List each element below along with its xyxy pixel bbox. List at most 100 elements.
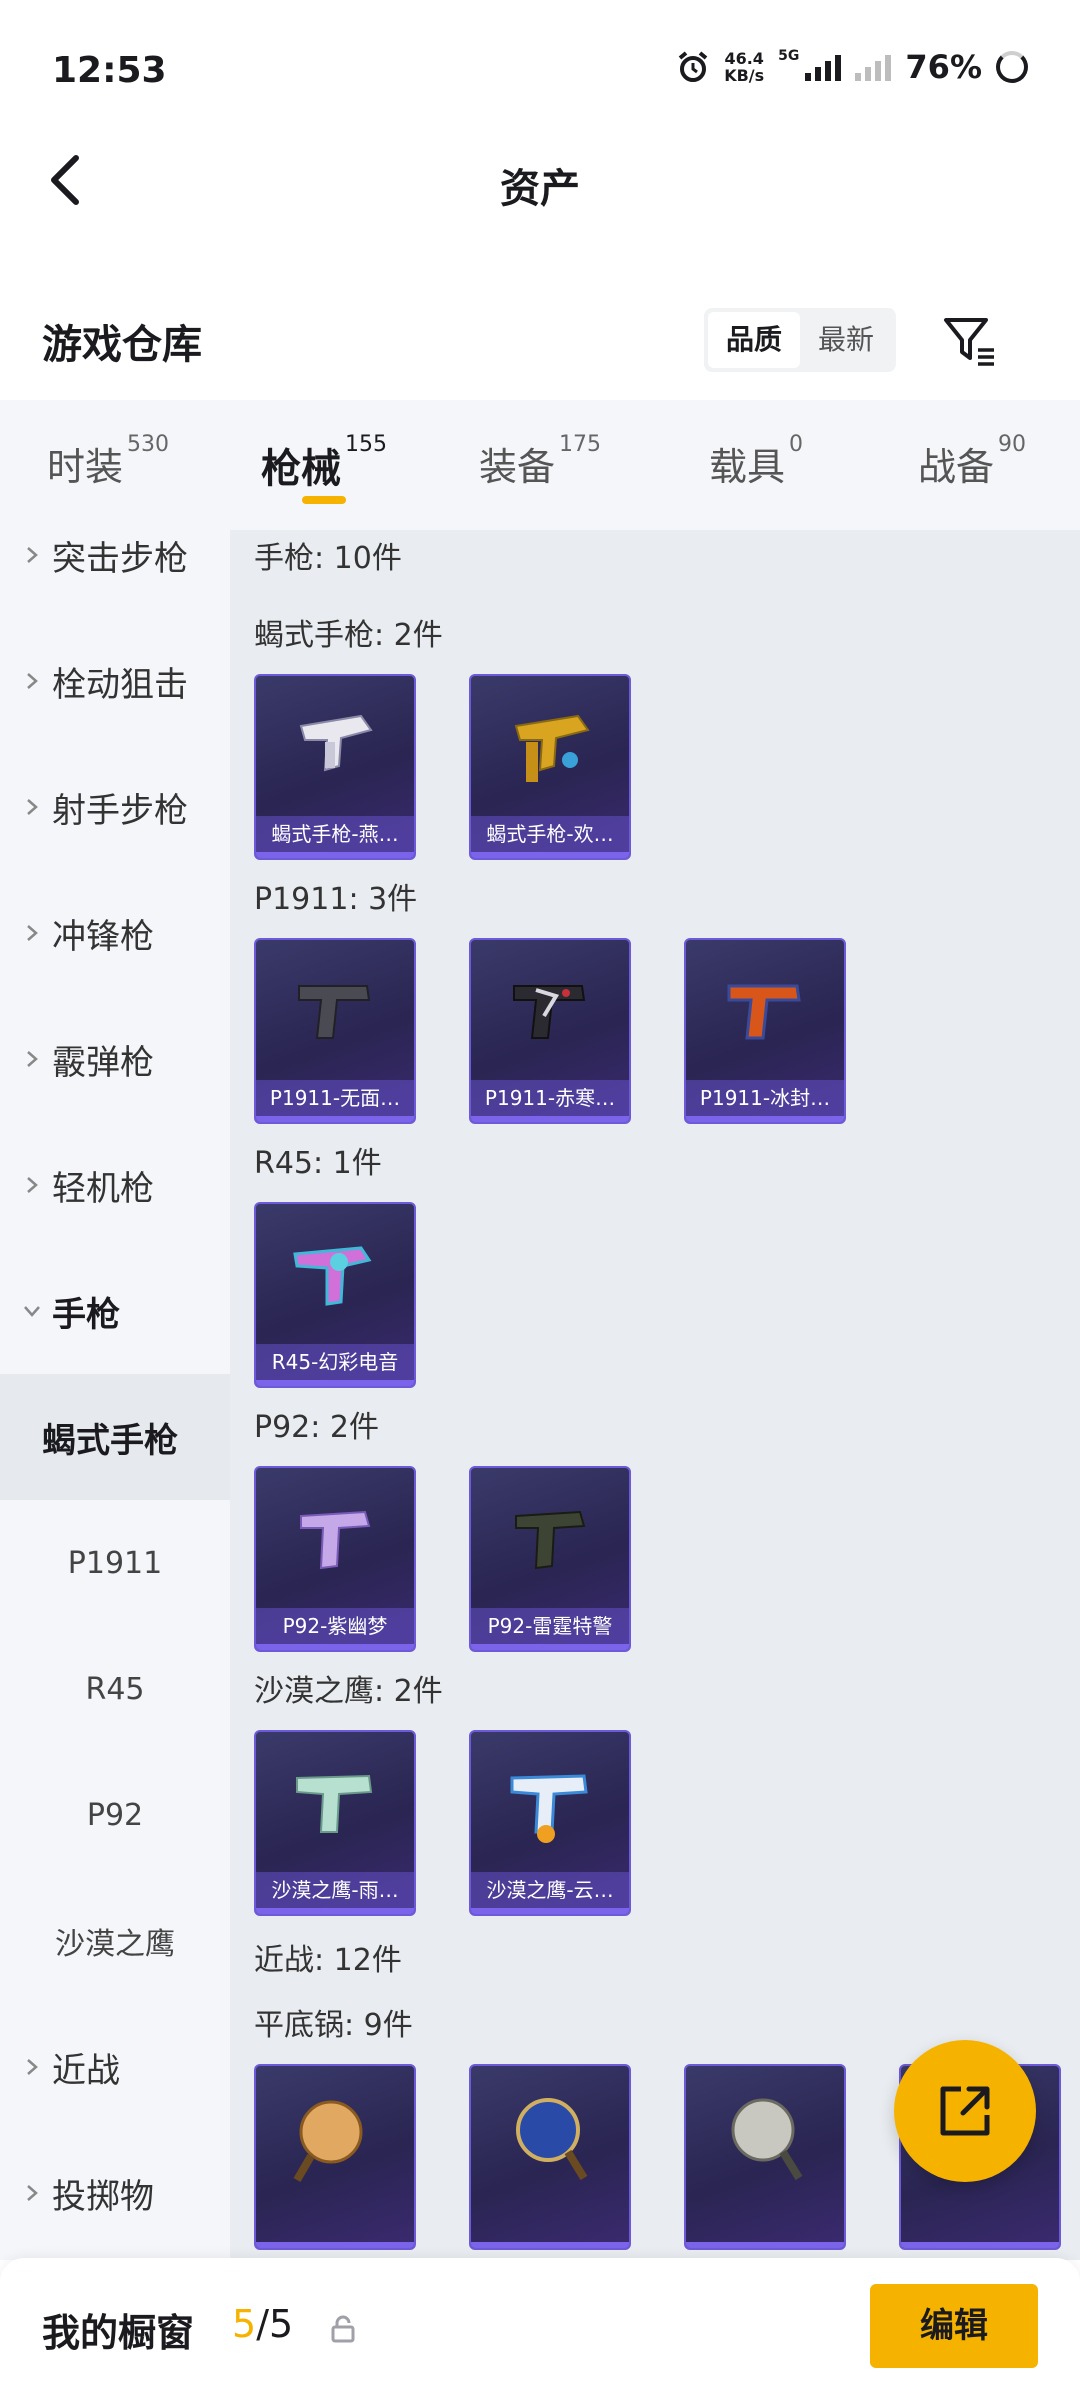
sidebar-item-label: 冲锋枪 — [52, 916, 154, 957]
item-card-label: P1911-无面… — [256, 1080, 414, 1116]
sidebar-item-label: 投掷物 — [52, 2176, 154, 2217]
item-card[interactable]: 蝎式手枪-欢… — [469, 674, 631, 860]
item-card[interactable]: 沙漠之鹰-云… — [469, 1730, 631, 1916]
chevron-right-icon — [27, 2185, 38, 2201]
item-card[interactable]: R45-幻彩电音 — [254, 1202, 416, 1388]
tab-equipment[interactable]: 装备 175 — [432, 400, 648, 530]
chevron-right-icon — [27, 1177, 38, 1193]
sidebar-item-label: 射手步枪 — [52, 790, 188, 831]
item-card-label: 沙漠之鹰-雨… — [256, 1872, 414, 1908]
tab-count: 0 — [789, 432, 803, 457]
pistol-image — [256, 940, 414, 1080]
sort-toggle: 品质 最新 — [704, 308, 897, 372]
sidebar-subitem-scorpion[interactable]: 蝎式手枪 — [0, 1374, 230, 1500]
revolver-image — [256, 1204, 414, 1344]
group-header: 手枪: 10件 — [254, 541, 402, 576]
pan-image — [686, 2066, 844, 2206]
sidebar-item-marksman-rifle[interactable]: 射手步枪 — [0, 744, 230, 870]
item-card[interactable]: P1911-无面… — [254, 938, 416, 1124]
edit-button[interactable]: 编辑 — [870, 2284, 1038, 2368]
net-speed: 46.4 KB/s — [724, 49, 765, 85]
warehouse-title: 游戏仓库 — [42, 322, 202, 368]
item-card[interactable]: P92-紫幽梦 — [254, 1466, 416, 1652]
item-card[interactable]: P92-雷霆特警 — [469, 1466, 631, 1652]
subgroup-header: P92: 2件 — [254, 1410, 379, 1445]
chevron-right-icon — [27, 2059, 38, 2075]
item-card-label: P92-紫幽梦 — [256, 1608, 414, 1644]
item-grid: 沙漠之鹰-雨… 沙漠之鹰-云… — [254, 1730, 1080, 1916]
sidebar-item-assault-rifle[interactable]: 突击步枪 — [0, 530, 230, 618]
sidebar-subitem-r45[interactable]: R45 — [0, 1626, 230, 1752]
active-tab-indicator — [302, 496, 346, 504]
sidebar-subitem-desert-eagle[interactable]: 沙漠之鹰 — [0, 1878, 230, 2004]
filter-icon — [944, 318, 994, 366]
item-card[interactable] — [254, 2064, 416, 2250]
weapon-category-sidebar: 突击步枪 栓动狙击 射手步枪 冲锋枪 霰弹枪 轻机枪 手枪 蝎式手枪 P1911… — [0, 530, 230, 2260]
pistol-image — [471, 940, 629, 1080]
sidebar-item-shotgun[interactable]: 霰弹枪 — [0, 996, 230, 1122]
tab-label: 载具 — [708, 445, 785, 489]
sidebar-item-label: 近战 — [52, 2050, 120, 2091]
tab-firearms[interactable]: 枪械 155 — [216, 400, 432, 530]
title-bar: 资产 — [0, 140, 1080, 230]
sidebar-item-label: 霰弹枪 — [52, 1042, 154, 1083]
pan-image — [256, 2066, 414, 2206]
pistol-image — [686, 940, 844, 1080]
item-card-label: 蝎式手枪-燕… — [256, 816, 414, 852]
lock-icon — [331, 2315, 355, 2343]
tab-count: 175 — [559, 432, 601, 457]
showcase-bar: 我的橱窗 5/5 编辑 — [0, 2258, 1080, 2400]
sidebar-item-bolt-sniper[interactable]: 栓动狙击 — [0, 618, 230, 744]
sidebar-item-smg[interactable]: 冲锋枪 — [0, 870, 230, 996]
tab-label: 装备 — [478, 445, 555, 489]
item-card-label: P1911-赤寒… — [471, 1080, 629, 1116]
chevron-right-icon — [27, 925, 38, 941]
status-bar: 12:53 46.4 KB/s 5G 76% — [0, 0, 1080, 140]
tab-vehicles[interactable]: 载具 0 — [648, 400, 864, 530]
sort-quality-button[interactable]: 品质 — [708, 312, 801, 368]
item-card[interactable]: P1911-冰封… — [684, 938, 846, 1124]
sidebar-subitem-p1911[interactable]: P1911 — [0, 1500, 230, 1626]
status-time: 12:53 — [52, 50, 167, 91]
tab-fashion[interactable]: 时装 530 — [0, 400, 216, 530]
category-tabs: 时装 530 枪械 155 装备 175 载具 0 战备 90 — [0, 400, 1080, 530]
filter-button[interactable] — [940, 312, 1000, 368]
chevron-right-icon — [27, 673, 38, 689]
item-grid-area[interactable]: 手枪: 10件 蝎式手枪: 2件 蝎式手枪-燕… 蝎式手枪-欢… P1911: … — [230, 530, 1080, 2260]
item-card-label: P1911-冰封… — [686, 1080, 844, 1116]
tab-supplies[interactable]: 战备 90 — [864, 400, 1080, 530]
item-grid: 蝎式手枪-燕… 蝎式手枪-欢… — [254, 674, 1080, 860]
tab-label: 战备 — [917, 445, 994, 489]
signal-icon-secondary — [855, 53, 892, 81]
showcase-total: /5 — [256, 2302, 294, 2346]
sidebar-item-label: 突击步枪 — [52, 538, 188, 579]
item-card[interactable] — [684, 2064, 846, 2250]
item-card[interactable]: 蝎式手枪-燕… — [254, 674, 416, 860]
showcase-count: 5/5 — [232, 2302, 293, 2346]
sort-newest-button[interactable]: 最新 — [800, 312, 892, 368]
item-card[interactable] — [469, 2064, 631, 2250]
item-card-label: 沙漠之鹰-云… — [471, 1872, 629, 1908]
battery-level: 76% — [905, 48, 982, 86]
signal-icon — [805, 53, 842, 81]
sidebar-item-pistol[interactable]: 手枪 — [0, 1248, 230, 1374]
item-grid: P92-紫幽梦 P92-雷霆特警 — [254, 1466, 1080, 1652]
network-type: 5G — [778, 48, 800, 64]
tab-label: 枪械 — [261, 446, 341, 492]
sidebar-item-throwable[interactable]: 投掷物 — [0, 2130, 230, 2256]
sidebar-item-label: 手枪 — [52, 1294, 120, 1335]
subgroup-header: 沙漠之鹰: 2件 — [254, 1674, 443, 1709]
battery-icon — [996, 51, 1028, 83]
item-card-label: 蝎式手枪-欢… — [471, 816, 629, 852]
item-card-label: R45-幻彩电音 — [256, 1344, 414, 1380]
chevron-right-icon — [27, 1051, 38, 1067]
sidebar-item-melee[interactable]: 近战 — [0, 2004, 230, 2130]
pan-image — [471, 2066, 629, 2206]
page-title: 资产 — [500, 166, 580, 212]
sidebar-item-lmg[interactable]: 轻机枪 — [0, 1122, 230, 1248]
share-button[interactable] — [894, 2040, 1036, 2182]
item-card[interactable]: P1911-赤寒… — [469, 938, 631, 1124]
item-card[interactable]: 沙漠之鹰-雨… — [254, 1730, 416, 1916]
status-icons: 46.4 KB/s 5G 76% — [676, 48, 1028, 86]
sidebar-subitem-p92[interactable]: P92 — [0, 1752, 230, 1878]
